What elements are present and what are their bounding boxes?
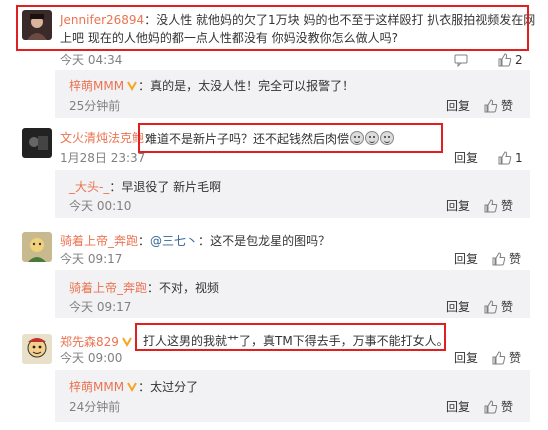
highlight-box [135,323,446,351]
username-line: 郑先森829： [60,335,145,349]
mention-link[interactable]: @三七丶 [150,234,198,248]
reply-button[interactable]: 回复 [454,351,478,365]
thumbs-up-icon [484,199,498,213]
like-button[interactable]: 赞 [484,99,513,113]
comment-line: 骑着上帝_奔跑：@三七丶：这不是包龙星的图吗？ [60,234,331,248]
reply-line: 骑着上帝_奔跑：不对，视频 [69,281,220,295]
avatar[interactable] [22,334,52,364]
thumbs-up-icon [492,351,506,365]
thumbs-up-icon [498,151,512,165]
avatar[interactable] [22,232,52,262]
reply-text: 真的是，太没人性！完全可以报警了！ [150,79,355,93]
timestamp: 1月28日 23:37 [60,151,146,165]
reply-text: 不对，视频 [159,281,220,295]
username[interactable]: 梓萌MMM [69,79,124,93]
like-button[interactable]: 2 [498,53,523,67]
timestamp: 今天 09:00 [60,351,123,365]
reply-button[interactable]: 回复 [446,300,470,314]
reply-button[interactable]: 回复 [446,400,470,414]
timestamp: 今天 04:34 [60,53,123,67]
timestamp: 今天 09:17 [60,252,123,266]
reply-button[interactable]: 回复 [454,252,478,266]
reply-button[interactable] [454,53,468,67]
comment-text: 这不是包龙星的图吗？ [210,234,331,248]
like-label: 赞 [509,351,522,365]
like-label: 赞 [509,252,522,266]
reply-line: 梓萌MMM ：真的是，太没人性！完全可以报警了！ [69,79,355,93]
verified-badge-icon [126,79,138,91]
username[interactable]: 郑先森829 [60,335,119,349]
avatar[interactable] [22,128,52,158]
reply-button[interactable]: 回复 [446,199,470,213]
like-button[interactable]: 赞 [484,199,513,213]
like-count: 2 [515,53,523,67]
like-button[interactable]: 赞 [484,400,513,414]
timestamp: 24分钟前 [69,400,121,414]
username[interactable]: 骑着上帝_奔跑 [69,281,147,295]
timestamp: 今天 00:10 [69,199,132,213]
reply-box [55,370,530,422]
timestamp: 25分钟前 [69,99,121,113]
verified-badge-icon [121,335,133,347]
thumbs-up-icon [492,252,506,266]
like-button[interactable]: 赞 [492,252,521,266]
username[interactable]: 骑着上帝_奔跑 [60,234,138,248]
reply-icon [454,53,468,67]
highlight-box [16,5,529,51]
thumbs-up-icon [484,400,498,414]
username[interactable]: 梓萌MMM [69,380,124,394]
reply-button[interactable]: 回复 [446,99,470,113]
like-label: 赞 [501,300,514,314]
reply-text: 太过分了 [150,380,199,394]
like-button[interactable]: 1 [498,151,523,165]
username[interactable]: _大头-_ [69,180,109,194]
thumbs-up-icon [484,99,498,113]
highlight-box [138,123,443,153]
like-button[interactable]: 赞 [492,351,521,365]
verified-badge-icon [126,380,138,392]
reply-line: _大头-_：早退役了 新片毛啊 [69,180,222,194]
reply-text: 早退役了 新片毛啊 [121,180,222,194]
like-count: 1 [515,151,523,165]
reply-line: 梓萌MMM ：太过分了 [69,380,199,394]
like-label: 赞 [501,199,514,213]
reply-button[interactable]: 回复 [454,151,478,165]
timestamp: 今天 09:17 [69,300,132,314]
like-label: 赞 [501,400,514,414]
username[interactable]: 文火清炖法克鲍 [60,131,144,145]
thumbs-up-icon [498,53,512,67]
thumbs-up-icon [484,300,498,314]
like-button[interactable]: 赞 [484,300,513,314]
like-label: 赞 [501,99,514,113]
